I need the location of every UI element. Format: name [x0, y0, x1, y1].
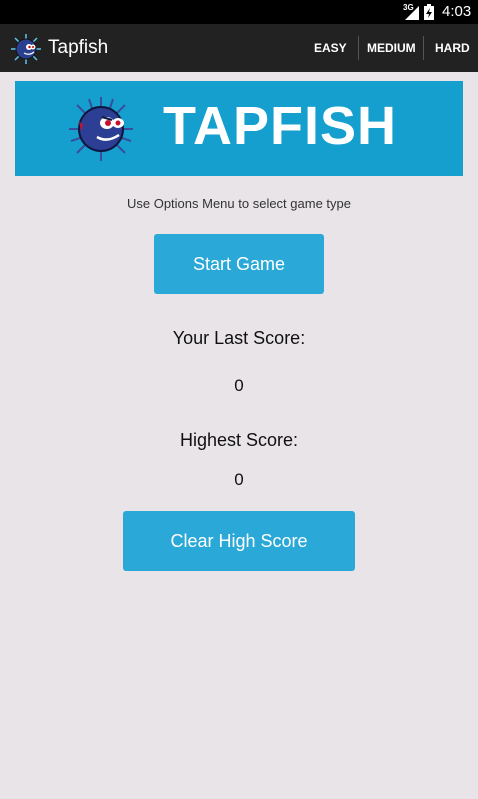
menu-medium[interactable]: MEDIUM — [367, 24, 416, 72]
tapfish-banner: TAPFISH — [15, 81, 463, 176]
high-score-label: Highest Score: — [179, 430, 299, 450]
banner-title: TAPFISH — [163, 96, 397, 156]
pufferfish-logo — [69, 97, 133, 161]
clear-high-score-button[interactable]: Clear High Score — [123, 511, 355, 571]
signal-icon — [405, 6, 419, 20]
game-type-hint: Use Options Menu to select game type — [126, 196, 351, 211]
menu-divider — [423, 36, 424, 60]
tapfish-app-icon[interactable] — [10, 33, 42, 65]
last-score-value: 0 — [234, 376, 244, 395]
menu-divider — [358, 36, 359, 60]
app-title: Tapfish — [48, 37, 109, 58]
action-bar: Tapfish EASY MEDIUM HARD — [0, 24, 478, 72]
start-game-button[interactable]: Start Game — [154, 234, 324, 294]
clock: 4:03 — [442, 3, 472, 20]
menu-easy[interactable]: EASY — [314, 24, 347, 72]
menu-hard[interactable]: HARD — [435, 24, 470, 72]
high-score-value: 0 — [234, 470, 244, 489]
last-score-label: Your Last Score: — [172, 328, 306, 348]
status-bar: 3G 4:03 — [0, 0, 478, 24]
battery-icon — [424, 4, 434, 20]
